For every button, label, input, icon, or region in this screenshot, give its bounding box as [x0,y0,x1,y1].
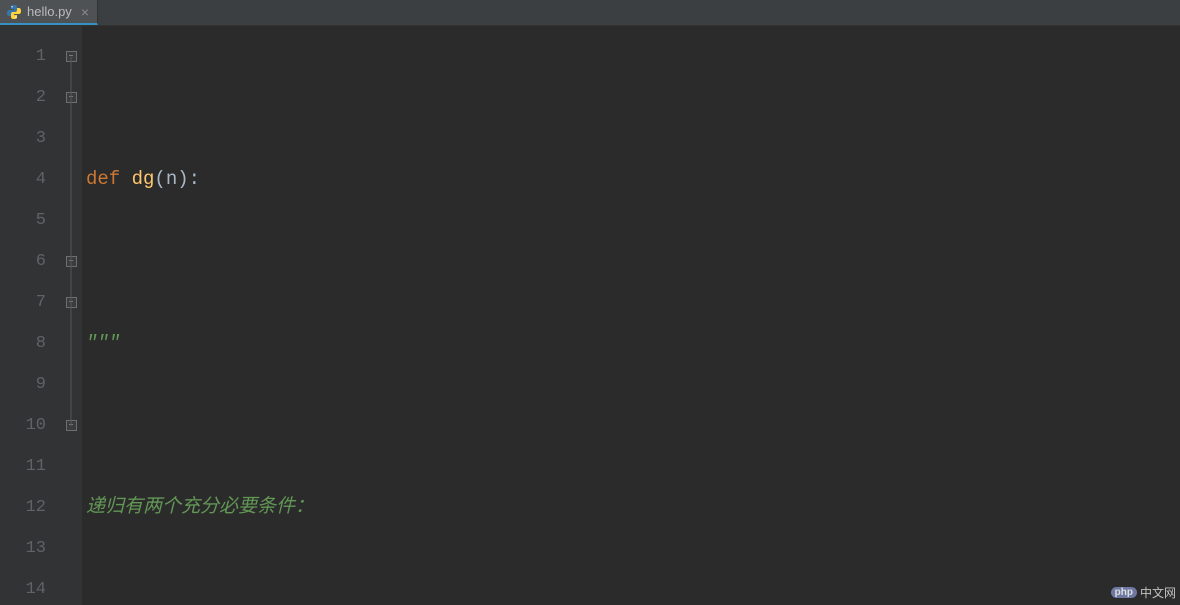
code-line[interactable]: 递归有两个充分必要条件： [86,487,1180,528]
line-number: 3 [0,118,46,159]
line-number-gutter: 1 2 3 4 5 6 7 8 9 10 11 12 13 14 [0,26,60,605]
line-number: 12 [0,487,46,528]
line-number: 2 [0,77,46,118]
tab-bar: hello.py × [0,0,1180,26]
php-badge-icon: php [1111,587,1137,598]
fold-gutter: − − − − − [60,26,82,605]
code-editor[interactable]: 1 2 3 4 5 6 7 8 9 10 11 12 13 14 − − − −… [0,26,1180,605]
file-tab[interactable]: hello.py × [0,0,98,25]
line-number: 11 [0,446,46,487]
line-number: 4 [0,159,46,200]
watermark-text: 中文网 [1140,584,1176,601]
line-number: 13 [0,528,46,569]
line-number: 7 [0,282,46,323]
watermark: php 中文网 [1111,584,1176,601]
code-area[interactable]: def dg(n): """ 递归有两个充分必要条件： 1、调用自身的方法； 2… [82,26,1180,605]
close-icon[interactable]: × [81,4,89,20]
line-number: 9 [0,364,46,405]
line-number: 6 [0,241,46,282]
code-line[interactable]: def dg(n): [86,159,1180,200]
line-number: 10 [0,405,46,446]
line-number: 1 [0,36,46,77]
python-file-icon [6,4,22,20]
line-number: 14 [0,569,46,605]
line-number: 5 [0,200,46,241]
line-number: 8 [0,323,46,364]
code-line[interactable]: """ [86,323,1180,364]
tab-filename: hello.py [27,4,72,19]
